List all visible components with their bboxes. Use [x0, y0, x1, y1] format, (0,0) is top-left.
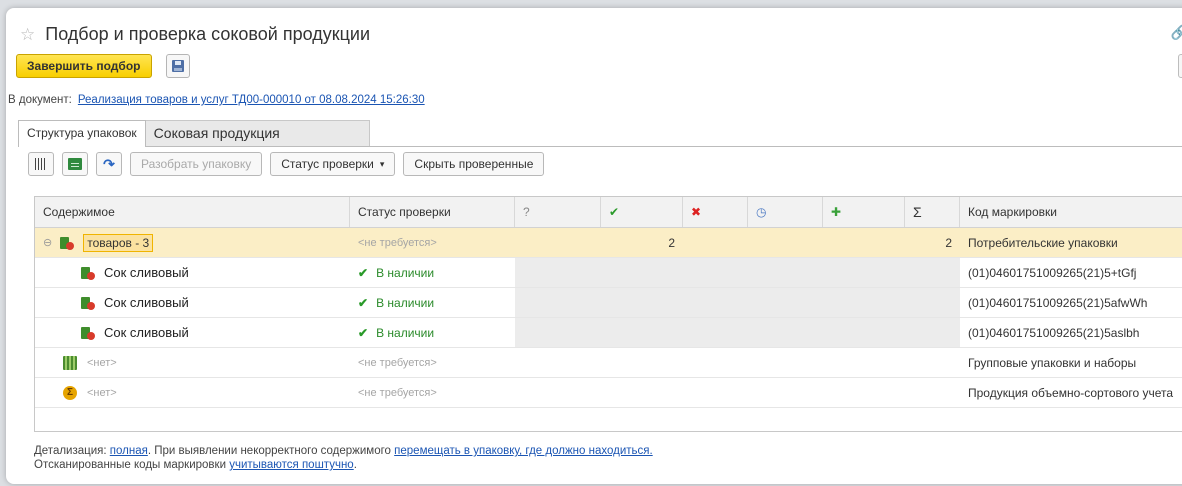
header-total-icon[interactable]: Σ	[905, 197, 960, 227]
unpack-button[interactable]: Разобрать упаковку	[130, 152, 263, 176]
item-status: ✔ В наличии	[350, 318, 515, 347]
package-set-icon	[63, 355, 77, 370]
scan-prefix: Отсканированные коды маркировки	[34, 459, 226, 471]
group-packages-label: <нет>	[87, 356, 117, 369]
empty-cells	[515, 318, 960, 347]
status-filter-dropdown[interactable]: Статус проверки ▾	[270, 152, 396, 176]
tabs: Структура упаковок Соковая продукция	[18, 120, 370, 147]
group-status: <не требуется>	[358, 236, 437, 249]
item-status: ✔ В наличии	[350, 258, 515, 287]
footer-info: Детализация: полная. При выявлении некор…	[34, 444, 653, 472]
header-code[interactable]: Код маркировки	[960, 197, 1182, 227]
juice-icon	[79, 325, 95, 340]
group-packages-code: Групповые упаковки и наборы	[968, 355, 1137, 370]
group-code: Потребительские упаковки	[968, 235, 1118, 250]
scan-suffix: .	[353, 459, 357, 471]
juice-icon	[79, 265, 95, 280]
page-title: Подбор и проверка соковой продукции	[45, 23, 371, 44]
dropdown-arrow-icon: ▾	[379, 158, 385, 169]
table-row-group-packages[interactable]: <нет> <не требуется> Групповые упаковки …	[35, 348, 1182, 378]
item-name: Сок сливовый	[104, 265, 189, 280]
document-row: В документ: Реализация товаров и услуг ТД…	[8, 94, 425, 106]
document-link[interactable]: Реализация товаров и услуг ТД00-000010 о…	[78, 94, 425, 106]
juice-icon	[58, 235, 75, 250]
item-status: ✔ В наличии	[350, 288, 515, 317]
footer-scan-line: Отсканированные коды маркировки учитываю…	[34, 458, 653, 472]
item-code: (01)04601751009265(21)5afwWh	[968, 295, 1148, 310]
packages-table: Содержимое Статус проверки ? ✔ ✖ ◷ ✚ Σ К…	[34, 196, 1182, 432]
tab-package-structure[interactable]: Структура упаковок	[18, 120, 146, 147]
favorite-star-icon[interactable]: ☆	[20, 26, 35, 43]
sigma-icon: Σ	[63, 385, 77, 400]
save-button[interactable]	[165, 54, 190, 78]
tab-juice-products[interactable]: Соковая продукция	[145, 120, 370, 146]
group-packages-cell: <нет>	[35, 348, 350, 377]
header-pending-icon[interactable]: ◷	[748, 197, 823, 227]
item-status-label: В наличии	[376, 325, 435, 340]
juice-icon	[79, 295, 95, 310]
link-icon[interactable]: 🔗	[1171, 24, 1182, 41]
bulk-status: <не требуется>	[358, 386, 437, 399]
table-row-group[interactable]: ⊖ товаров - 3 <не требуется> 2 2 Потреби…	[35, 228, 1182, 258]
item-status-label: В наличии	[376, 265, 435, 280]
scan-mode-link[interactable]: учитываются поштучно	[229, 459, 354, 471]
finish-selection-button[interactable]: Завершить подбор	[16, 54, 152, 78]
checkmark-icon: ✔	[358, 295, 369, 310]
table-toolbar: ↷ Разобрать упаковку Статус проверки ▾ С…	[28, 152, 552, 176]
group-packages-status: <не требуется>	[358, 356, 437, 369]
checkmark-icon: ✔	[358, 265, 369, 280]
collapse-icon[interactable]: ⊖	[43, 236, 52, 249]
table-row-bulk[interactable]: Σ <нет> <не требуется> Продукция объемно…	[35, 378, 1182, 408]
table-row[interactable]: Сок сливовый ✔ В наличии (01)046017510092…	[35, 318, 1182, 348]
header-status[interactable]: Статус проверки	[350, 197, 515, 227]
header-content[interactable]: Содержимое	[35, 197, 350, 227]
save-icon	[171, 60, 184, 72]
detail-link[interactable]: полная	[110, 445, 148, 457]
group-checked-count: 2	[668, 235, 675, 250]
header-rejected-icon[interactable]: ✖	[683, 197, 748, 227]
load-file-button[interactable]	[62, 152, 88, 176]
item-name: Сок сливовый	[104, 295, 189, 310]
header-unknown[interactable]: ?	[515, 197, 601, 227]
empty-cells	[515, 258, 960, 287]
item-content-cell: Сок сливовый	[35, 288, 350, 317]
bulk-code: Продукция объемно-сортового учета	[968, 385, 1174, 400]
group-total-count: 2	[945, 235, 952, 250]
move-to-package-link[interactable]: перемещать в упаковку, где должно находи…	[394, 445, 653, 457]
item-status-label: В наличии	[376, 295, 435, 310]
group-content-cell: ⊖ товаров - 3	[35, 228, 350, 257]
item-content-cell: Сок сливовый	[35, 318, 350, 347]
selection-window: ☆ Подбор и проверка соковой продукции 🔗 …	[6, 8, 1182, 484]
table-row[interactable]: Сок сливовый ✔ В наличии (01)046017510092…	[35, 288, 1182, 318]
item-code: (01)04601751009265(21)5+tGfj	[968, 265, 1137, 280]
more-actions-button[interactable]	[1178, 54, 1182, 78]
redo-arrow-icon: ↷	[103, 155, 115, 172]
barcode-icon	[35, 158, 47, 170]
checkmark-icon: ✔	[358, 325, 369, 340]
bulk-cell: Σ <нет>	[35, 378, 350, 407]
status-filter-label: Статус проверки	[281, 157, 374, 171]
group-label: товаров - 3	[83, 233, 154, 252]
item-content-cell: Сок сливовый	[35, 258, 350, 287]
header-checked-icon[interactable]: ✔	[601, 197, 683, 227]
header-added-icon[interactable]: ✚	[823, 197, 905, 227]
bulk-label: <нет>	[87, 386, 117, 399]
footer-detail-line: Детализация: полная. При выявлении некор…	[34, 444, 653, 458]
spreadsheet-icon	[68, 158, 82, 170]
main-toolbar: Завершить подбор	[16, 54, 190, 78]
table-header-row: Содержимое Статус проверки ? ✔ ✖ ◷ ✚ Σ К…	[35, 197, 1182, 228]
item-name: Сок сливовый	[104, 325, 189, 340]
detail-mid: . При выявлении некорректного содержимог…	[147, 445, 391, 457]
item-code: (01)04601751009265(21)5aslbh	[968, 325, 1140, 340]
empty-cells	[515, 288, 960, 317]
refresh-button[interactable]: ↷	[96, 152, 122, 176]
detail-prefix: Детализация:	[34, 445, 107, 457]
hide-checked-button[interactable]: Скрыть проверенные	[403, 152, 545, 176]
table-row[interactable]: Сок сливовый ✔ В наличии (01)046017510092…	[35, 258, 1182, 288]
scan-barcode-button[interactable]	[28, 152, 54, 176]
document-prefix: В документ:	[8, 94, 72, 106]
title-row: ☆ Подбор и проверка соковой продукции	[20, 22, 370, 46]
